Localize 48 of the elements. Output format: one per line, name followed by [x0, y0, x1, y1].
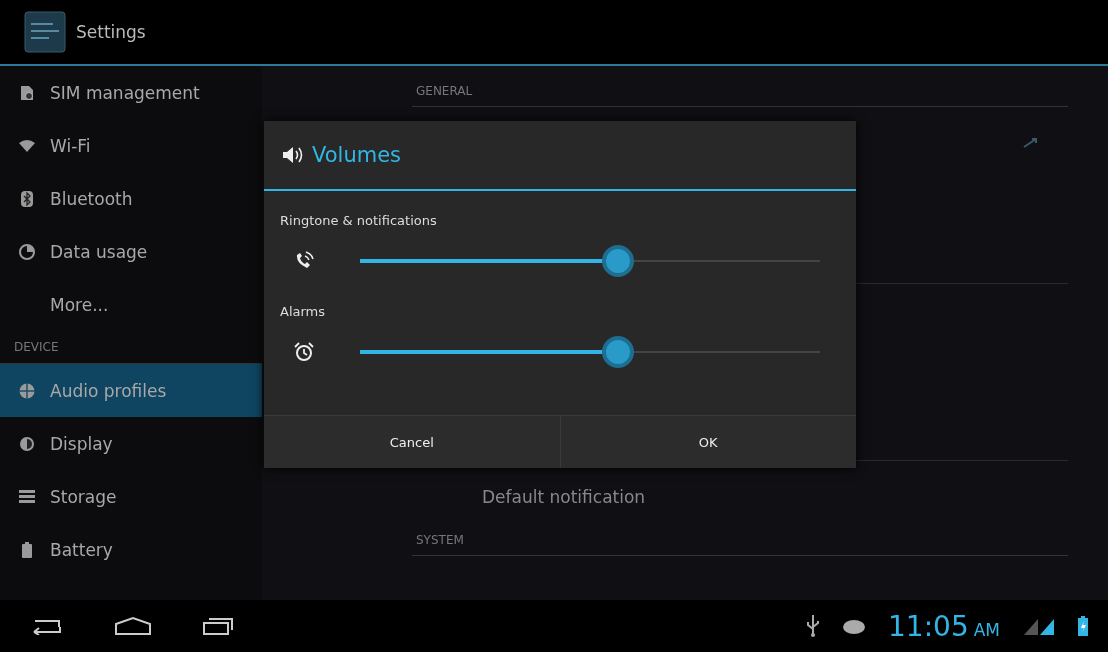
sim-card-icon — [20, 84, 34, 101]
app-title: Settings — [76, 22, 146, 42]
item-label: More... — [50, 294, 109, 315]
item-label: Display — [50, 433, 113, 454]
sidebar-item[interactable]: Display — [0, 417, 262, 470]
slider-thumb[interactable] — [601, 336, 634, 368]
usb-icon — [806, 615, 820, 637]
sidebar-item[interactable]: Bluetooth — [0, 172, 262, 225]
signal-icon — [1022, 617, 1056, 635]
sidebar-item[interactable]: Battery — [0, 523, 262, 576]
section-header: SYSTEM — [412, 527, 1068, 556]
sidebar-item[interactable]: More... — [0, 278, 262, 331]
item-label: Wi-Fi — [50, 135, 91, 156]
item-label: Storage — [50, 486, 117, 507]
storage-icon — [19, 489, 35, 504]
slider-label: Ringtone & notifications — [280, 213, 438, 228]
audio-profiles-icon — [19, 382, 35, 399]
sidebar-item[interactable]: SIM management — [0, 66, 262, 119]
phone-ringing-icon — [294, 251, 314, 271]
volume-slider[interactable] — [360, 245, 820, 277]
dialog-title: Volumes — [312, 143, 402, 167]
sidebar-item[interactable]: Audio profiles — [0, 364, 262, 417]
item-label: SIM management — [50, 82, 200, 103]
bluetooth-icon — [21, 190, 33, 207]
speaker-icon — [282, 145, 304, 165]
volume-slider[interactable] — [360, 336, 820, 368]
sidebar-item[interactable]: Storage — [0, 470, 262, 523]
item-label: Battery — [50, 539, 113, 560]
battery-icon — [22, 541, 32, 558]
slider-thumb[interactable] — [601, 245, 634, 277]
recent-apps-icon[interactable] — [202, 616, 234, 636]
home-icon[interactable] — [114, 616, 152, 636]
clock: 11:05 AM — [888, 609, 1000, 643]
section-header: GENERAL — [412, 78, 1068, 107]
item-label: Data usage — [50, 241, 148, 262]
dialog-button[interactable]: OK — [560, 416, 856, 468]
item-label: Bluetooth — [50, 188, 133, 209]
sidebar-item[interactable]: Wi-Fi — [0, 119, 262, 172]
pie-chart-icon — [19, 243, 35, 260]
slider-label: Alarms — [280, 304, 327, 319]
wifi-icon — [19, 139, 35, 152]
alarm-clock-icon — [294, 342, 314, 362]
dialog-button[interactable]: Cancel — [264, 416, 561, 468]
brightness-icon — [19, 435, 35, 452]
settings-app-icon[interactable] — [24, 11, 66, 53]
sidebar-item[interactable]: Data usage — [0, 225, 262, 278]
item-label: Audio profiles — [50, 380, 167, 401]
battery-charging-icon — [1078, 616, 1088, 636]
